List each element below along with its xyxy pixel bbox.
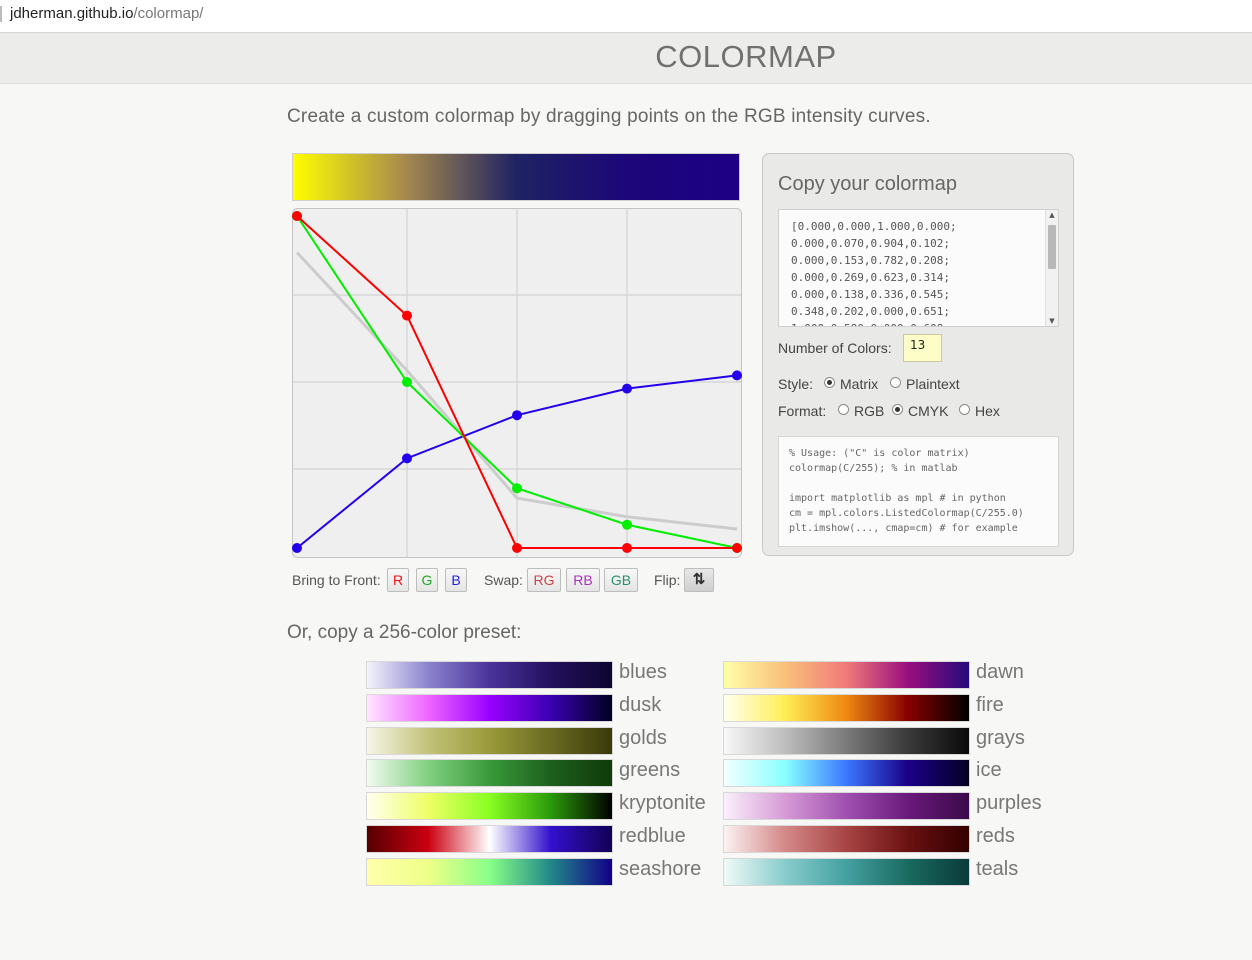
preset-greens-label[interactable]: greens <box>619 759 680 782</box>
style-plaintext-radio[interactable] <box>890 377 901 388</box>
preset-kryptonite-label[interactable]: kryptonite <box>619 792 706 815</box>
preset-purples-label[interactable]: purples <box>976 792 1042 815</box>
url-host: jdherman.github.io <box>10 5 134 22</box>
preset-kryptonite-bar[interactable] <box>366 792 613 820</box>
preset-dusk-bar[interactable] <box>366 694 613 722</box>
style-plaintext-label[interactable]: Plaintext <box>906 376 960 392</box>
format-label: Format: <box>778 403 827 419</box>
scrollbar-thumb[interactable] <box>1048 225 1056 269</box>
style-matrix-radio[interactable] <box>824 377 835 388</box>
presets-title: Or, copy a 256-color preset: <box>287 622 522 643</box>
style-matrix-label[interactable]: Matrix <box>840 376 878 392</box>
curve-b-handle[interactable] <box>512 410 522 421</box>
colormap-output-text: [0.000,0.000,1.000,0.000; 0.000,0.070,0.… <box>791 220 957 326</box>
format-hex-label[interactable]: Hex <box>975 403 1000 419</box>
preset-redblue-bar[interactable] <box>366 825 613 853</box>
style-label: Style: <box>778 376 814 392</box>
curve-g-handle[interactable] <box>622 519 632 530</box>
page-title: COLORMAP <box>655 39 837 74</box>
page-subtitle: Create a custom colormap by dragging poi… <box>287 106 931 127</box>
copy-colormap-title: Copy your colormap <box>778 173 957 195</box>
preset-golds-label[interactable]: golds <box>619 727 667 750</box>
preset-fire-bar[interactable] <box>723 694 970 722</box>
preset-grays-bar[interactable] <box>723 727 970 755</box>
preset-golds-bar[interactable] <box>366 727 613 755</box>
copy-colormap-panel: Copy your colormap [0.000,0.000,1.000,0.… <box>762 153 1074 556</box>
page-header: COLORMAP <box>0 33 1252 84</box>
curve-g-handle[interactable] <box>512 483 522 494</box>
preset-blues-label[interactable]: blues <box>619 661 667 684</box>
colormap-gradient-preview <box>292 153 740 201</box>
curve-b-handle[interactable] <box>732 370 742 381</box>
number-of-colors-label: Number of Colors: <box>778 340 892 356</box>
address-bar[interactable]: jdherman.github.io/colormap/ <box>0 0 1252 33</box>
bring-front-r-button[interactable]: R <box>387 568 409 592</box>
format-hex-radio[interactable] <box>959 404 970 415</box>
curve-r-handle[interactable] <box>402 310 412 321</box>
format-cmyk-label[interactable]: CMYK <box>908 403 948 419</box>
bring-front-g-button[interactable]: G <box>416 568 438 592</box>
curve-b-handle[interactable] <box>292 543 302 553</box>
scroll-down-icon[interactable]: ▼ <box>1046 317 1058 325</box>
curve-r-handle[interactable] <box>292 211 302 221</box>
preset-dawn-bar[interactable] <box>723 661 970 689</box>
curve-controls: Bring to Front: R G B Swap: RG RB GB Fli… <box>292 568 752 594</box>
bring-to-front-label: Bring to Front: <box>292 572 381 588</box>
preset-redblue-label[interactable]: redblue <box>619 825 686 848</box>
preset-reds-bar[interactable] <box>723 825 970 853</box>
url-path: /colormap/ <box>133 5 204 22</box>
preset-seashore-label[interactable]: seashore <box>619 858 701 881</box>
curve-r-handle[interactable] <box>512 543 522 553</box>
flip-icon: ⇅ <box>692 571 706 588</box>
swap-rg-button[interactable]: RG <box>527 568 561 592</box>
preset-dusk-label[interactable]: dusk <box>619 694 661 717</box>
scroll-up-icon[interactable]: ▲ <box>1046 211 1058 219</box>
preset-purples-bar[interactable] <box>723 792 970 820</box>
preset-teals-label[interactable]: teals <box>976 858 1018 881</box>
address-bar-url[interactable]: jdherman.github.io/colormap/ <box>10 0 203 28</box>
curve-b-handle[interactable] <box>622 383 632 394</box>
number-of-colors-input[interactable]: 13 <box>903 334 942 362</box>
bring-front-b-button[interactable]: B <box>445 568 467 592</box>
format-rgb-radio[interactable] <box>838 404 849 415</box>
swap-label: Swap: <box>484 572 523 588</box>
preset-reds-label[interactable]: reds <box>976 825 1015 848</box>
flip-button[interactable]: ⇅ <box>684 568 714 592</box>
curve-r-handle[interactable] <box>732 543 742 553</box>
usage-instructions-text: % Usage: ("C" is color matrix) colormap(… <box>789 448 1024 534</box>
preset-ice-label[interactable]: ice <box>976 759 1002 782</box>
preset-fire-label[interactable]: fire <box>976 694 1004 717</box>
flip-label: Flip: <box>654 572 681 588</box>
curve-b-handle[interactable] <box>402 453 412 464</box>
swap-rb-button[interactable]: RB <box>566 568 600 592</box>
address-bar-edge <box>0 6 2 22</box>
preset-seashore-bar[interactable] <box>366 858 613 886</box>
format-rgb-label[interactable]: RGB <box>854 403 884 419</box>
preset-grays-label[interactable]: grays <box>976 727 1025 750</box>
format-cmyk-radio[interactable] <box>892 404 903 415</box>
preset-teals-bar[interactable] <box>723 858 970 886</box>
usage-instructions-box: % Usage: ("C" is color matrix) colormap(… <box>778 436 1059 547</box>
colormap-output-textarea[interactable]: [0.000,0.000,1.000,0.000; 0.000,0.070,0.… <box>778 209 1059 327</box>
rgb-curve-editor[interactable] <box>292 208 742 558</box>
curve-r-handle[interactable] <box>622 543 632 553</box>
preset-dawn-label[interactable]: dawn <box>976 661 1024 684</box>
preset-blues-bar[interactable] <box>366 661 613 689</box>
colormap-output-scrollbar[interactable]: ▲ ▼ <box>1045 210 1058 326</box>
preset-greens-bar[interactable] <box>366 759 613 787</box>
curve-g-handle[interactable] <box>402 377 412 387</box>
swap-gb-button[interactable]: GB <box>604 568 638 592</box>
preset-ice-bar[interactable] <box>723 759 970 787</box>
